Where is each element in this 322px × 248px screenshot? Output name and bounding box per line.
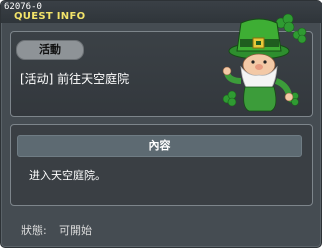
- window-title: QUEST INFO: [14, 11, 86, 22]
- status-label: 狀態:: [21, 224, 47, 237]
- quest-info-window: 62076-0 QUEST INFO 活動 [活动] 前往天空庭院 內容 进入天…: [0, 0, 322, 248]
- content-text: 进入天空庭院。: [29, 169, 106, 182]
- content-header: 內容: [148, 139, 171, 152]
- quest-category-tag: 活動: [16, 40, 84, 60]
- leprechaun-npc-icon: [222, 13, 307, 112]
- quest-name: [活动] 前往天空庭院: [20, 72, 130, 86]
- status-value: 可開始: [59, 224, 92, 237]
